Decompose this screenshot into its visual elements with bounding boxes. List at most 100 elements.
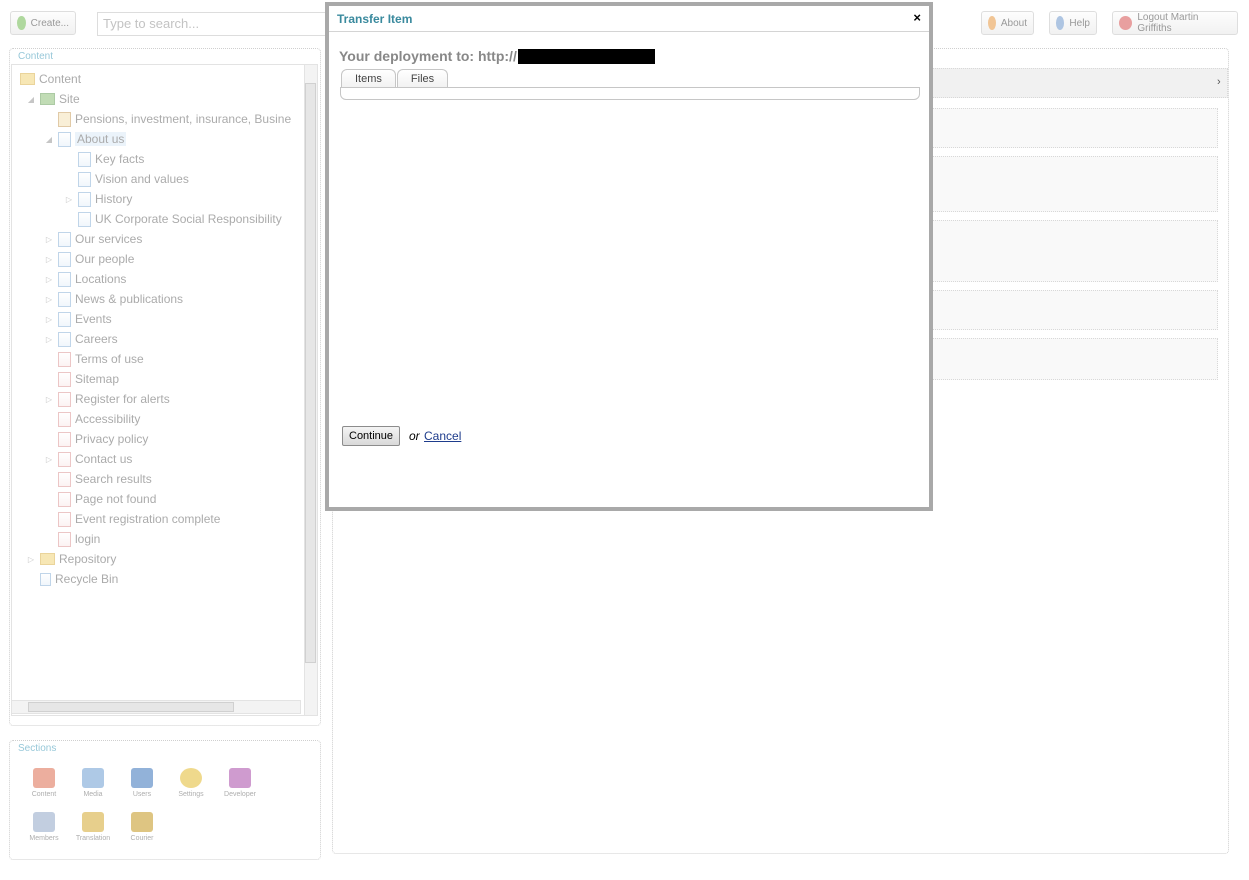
continue-button[interactable]: Continue — [342, 426, 401, 446]
tree-item-history[interactable]: ▷ History — [64, 190, 132, 208]
page-icon — [58, 131, 71, 147]
cancel-link[interactable]: Cancel — [424, 429, 461, 443]
page-icon — [58, 411, 71, 427]
scrollbar-thumb[interactable] — [305, 83, 316, 663]
tree-item-site[interactable]: ◢ Site — [26, 90, 80, 108]
expand-arrow-icon[interactable]: ▷ — [44, 255, 54, 264]
tree-item-our-services[interactable]: ▷ Our services — [44, 230, 142, 248]
create-button[interactable]: Create... — [10, 11, 76, 35]
page-icon — [58, 311, 71, 327]
expand-arrow-icon[interactable]: ▷ — [26, 555, 36, 564]
content-block — [930, 220, 1218, 282]
page-icon — [58, 351, 71, 367]
section-translation[interactable]: Translation — [71, 812, 115, 842]
or-text: or — [409, 429, 420, 443]
search-input[interactable]: Type to search... — [97, 12, 337, 36]
expand-arrow-icon[interactable]: ▷ — [44, 315, 54, 324]
expand-arrow-icon[interactable]: ▷ — [44, 455, 54, 464]
folder-icon — [20, 73, 35, 85]
developer-section-icon — [229, 768, 251, 788]
section-settings[interactable]: Settings — [169, 768, 213, 798]
page-icon — [58, 451, 71, 467]
tree-item-vision[interactable]: Vision and values — [64, 170, 189, 188]
section-media[interactable]: Media — [71, 768, 115, 798]
tree-item-login[interactable]: login — [44, 530, 100, 548]
expand-arrow-icon[interactable]: ▷ — [44, 295, 54, 304]
tree-item-about-us[interactable]: ◢ About us — [44, 130, 127, 148]
main-panel-header — [930, 68, 1228, 98]
expand-arrow-icon[interactable]: ▷ — [44, 395, 54, 404]
chevron-right-icon[interactable]: › — [1217, 76, 1221, 88]
tree-item-events[interactable]: ▷ Events — [44, 310, 112, 328]
expand-arrow-icon[interactable]: ▷ — [44, 335, 54, 344]
recycle-bin-icon — [40, 572, 51, 586]
tree-item-repository[interactable]: ▷ Repository — [26, 550, 116, 568]
tab-files[interactable]: Files — [396, 69, 449, 88]
expand-arrow-icon[interactable]: ▷ — [64, 195, 74, 204]
help-button[interactable]: Help — [1049, 11, 1097, 35]
tree-horizontal-scrollbar[interactable] — [11, 700, 301, 714]
tree-item-page-not-found[interactable]: Page not found — [44, 490, 156, 508]
content-block — [930, 108, 1218, 148]
tab-panel — [340, 87, 920, 100]
tree-item-contact[interactable]: ▷ Contact us — [44, 450, 132, 468]
tree-item-locations[interactable]: ▷ Locations — [44, 270, 126, 288]
page-icon — [58, 291, 71, 307]
tree-item-terms[interactable]: Terms of use — [44, 350, 144, 368]
tree-item-news[interactable]: ▷ News & publications — [44, 290, 183, 308]
page-icon — [58, 431, 71, 447]
transfer-item-dialog: Transfer Item × Your deployment to: http… — [325, 2, 933, 511]
content-block — [930, 156, 1218, 212]
deployment-text: Your deployment to: http:// — [339, 48, 517, 64]
page-icon — [58, 491, 71, 507]
help-icon — [1056, 16, 1065, 30]
scrollbar-thumb[interactable] — [28, 702, 234, 712]
expand-arrow-icon[interactable]: ◢ — [26, 95, 36, 104]
page-icon — [58, 391, 71, 407]
tree-vertical-scrollbar[interactable] — [304, 65, 317, 715]
deployment-label: Your deployment to: http:// — [339, 48, 655, 64]
section-members[interactable]: Members — [22, 812, 66, 842]
tree-item-recycle-bin[interactable]: Recycle Bin — [26, 570, 118, 588]
tree-item-content[interactable]: Content — [20, 70, 81, 88]
create-label: Create... — [30, 17, 69, 29]
tree-item-event-registration[interactable]: Event registration complete — [44, 510, 220, 528]
expand-arrow-icon[interactable]: ◢ — [44, 135, 54, 144]
about-label: About — [1000, 17, 1027, 29]
page-icon — [58, 511, 71, 527]
courier-section-icon — [131, 812, 153, 832]
media-section-icon — [82, 768, 104, 788]
tree-item-sitemap[interactable]: Sitemap — [44, 370, 119, 388]
close-icon[interactable]: × — [913, 10, 921, 25]
tree-item-register[interactable]: ▷ Register for alerts — [44, 390, 170, 408]
tree-item-key-facts[interactable]: Key facts — [64, 150, 144, 168]
section-courier[interactable]: Courier — [120, 812, 164, 842]
section-developer[interactable]: Developer — [218, 768, 262, 798]
tree-item-search-results[interactable]: Search results — [44, 470, 152, 488]
logout-button[interactable]: Logout Martin Griffiths — [1112, 11, 1238, 35]
tree-item-privacy[interactable]: Privacy policy — [44, 430, 148, 448]
sections-panel: Sections — [9, 740, 321, 860]
content-tree: Content ◢ Site Pensions, investment, insu… — [11, 64, 318, 716]
folder-icon — [40, 553, 55, 565]
tab-items[interactable]: Items — [341, 69, 396, 88]
content-block — [930, 290, 1218, 330]
tree-item-accessibility[interactable]: Accessibility — [44, 410, 140, 428]
redacted-url — [517, 48, 655, 64]
about-button[interactable]: About — [981, 11, 1034, 35]
expand-arrow-icon[interactable]: ▷ — [44, 235, 54, 244]
page-icon — [58, 271, 71, 287]
tree-item-careers[interactable]: ▷ Careers — [44, 330, 118, 348]
sections-panel-title: Sections — [18, 743, 57, 754]
tree-item-our-people[interactable]: ▷ Our people — [44, 250, 134, 268]
page-icon — [78, 151, 91, 167]
tree-item-csr[interactable]: UK Corporate Social Responsibility — [64, 210, 282, 228]
expand-arrow-icon[interactable]: ▷ — [44, 275, 54, 284]
section-users[interactable]: Users — [120, 768, 164, 798]
page-icon — [58, 371, 71, 387]
page-icon — [78, 191, 91, 207]
dialog-title: Transfer Item — [337, 12, 413, 26]
section-content[interactable]: Content — [22, 768, 66, 798]
page-icon — [58, 331, 71, 347]
tree-item-home[interactable]: Pensions, investment, insurance, Busine — [44, 110, 291, 128]
